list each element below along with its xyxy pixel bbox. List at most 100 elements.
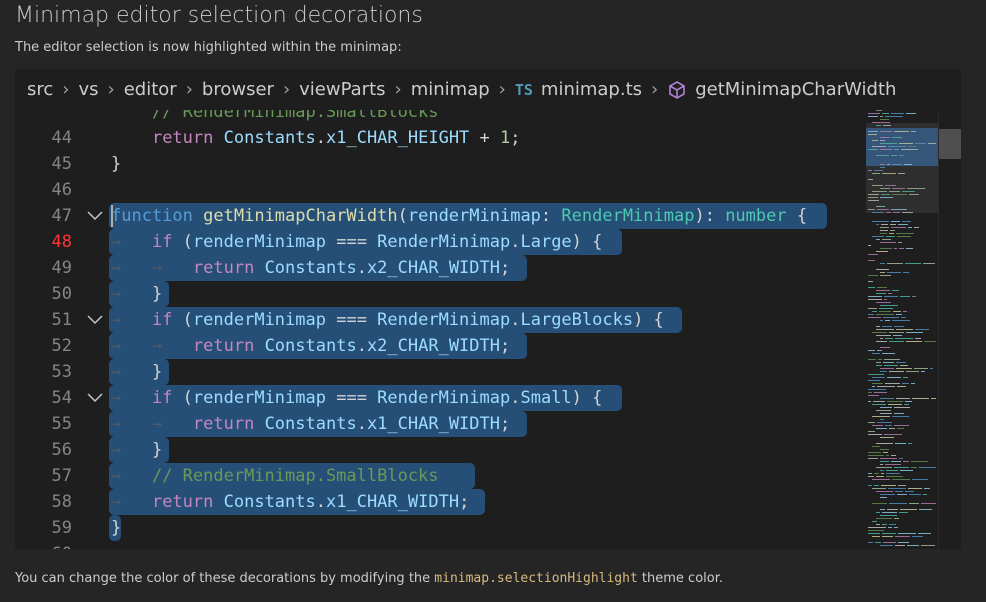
breadcrumb-item-browser[interactable]: browser <box>202 79 274 100</box>
minimap-line <box>876 512 880 513</box>
minimap-line <box>912 398 929 399</box>
breadcrumb-symbol[interactable]: getMinimapCharWidth <box>695 79 896 100</box>
minimap-line <box>876 410 891 411</box>
minimap-line <box>874 473 879 474</box>
minimap-line <box>923 263 935 264</box>
minimap-line <box>899 248 904 249</box>
breadcrumb-item-src[interactable]: src <box>27 79 53 100</box>
minimap-line <box>887 401 903 402</box>
minimap-line <box>924 341 936 342</box>
minimap-line <box>868 113 880 114</box>
chevron-right-icon: › <box>498 79 506 100</box>
minimap-line <box>915 329 929 330</box>
minimap-line <box>876 326 880 327</box>
minimap-line <box>884 359 900 360</box>
minimap-line <box>885 464 901 465</box>
minimap-line <box>890 224 896 225</box>
minimap-line <box>876 341 887 342</box>
minimap-line <box>872 353 880 354</box>
minimap-line <box>895 491 903 492</box>
minimap-line <box>872 383 883 384</box>
minimap-line <box>890 230 895 231</box>
minimap-line <box>885 116 903 117</box>
minimap-line <box>880 419 884 420</box>
minimap-line <box>884 299 887 300</box>
minimap-line <box>868 245 871 246</box>
minimap-line <box>914 227 919 228</box>
minimap-line <box>891 113 904 114</box>
minimap-viewport-slider[interactable] <box>866 123 938 213</box>
footer-note: You can change the color of these decora… <box>15 569 723 589</box>
minimap-line <box>880 275 891 276</box>
code-line: 45 return Constants.x1_CHAR_HEIGHT + 1; <box>15 125 865 174</box>
minimap-line <box>868 434 882 435</box>
minimap-line <box>880 470 884 471</box>
minimap-line <box>898 224 908 225</box>
minimap-line <box>887 509 898 510</box>
minimap-line <box>880 437 894 438</box>
minimap-line <box>906 113 916 114</box>
breadcrumb-item-viewparts[interactable]: viewParts <box>299 79 385 100</box>
code-line: 59 → return Constants.x1_CHAR_WIDTH; <box>15 489 865 538</box>
minimap-line <box>896 368 912 369</box>
minimap-line <box>889 332 904 333</box>
minimap-line <box>882 239 891 240</box>
code-text: → → return Constants.x2_CHAR_WIDTH; <box>111 258 511 278</box>
minimap-line <box>872 425 883 426</box>
code-line: 48 function getMinimapCharWidth(renderMi… <box>15 203 865 252</box>
code-line: 49 → if (renderMinimap === RenderMinimap… <box>15 229 865 278</box>
chevron-right-icon: › <box>394 79 402 100</box>
minimap-line <box>900 296 910 297</box>
scrollbar-thumb[interactable] <box>939 129 961 159</box>
minimap-line <box>915 338 921 339</box>
breadcrumb-item-vs[interactable]: vs <box>78 79 98 100</box>
minimap-line <box>872 377 885 378</box>
minimap-line <box>880 368 894 369</box>
minimap-line <box>909 503 919 504</box>
minimap-line <box>891 227 906 228</box>
minimap-line <box>874 392 887 393</box>
minimap-line <box>880 116 883 117</box>
minimap-line <box>880 398 894 399</box>
minimap-line <box>880 449 889 450</box>
minimap-line <box>882 533 896 534</box>
breadcrumb-item-editor[interactable]: editor <box>124 79 177 100</box>
minimap-line <box>872 332 887 333</box>
chevron-right-icon: › <box>185 79 193 100</box>
minimap-line <box>876 293 886 294</box>
page-title: Minimap editor selection decorations <box>15 3 423 28</box>
minimap-line <box>883 317 899 318</box>
code-line: 47 <box>15 177 865 226</box>
minimap-line <box>909 494 921 495</box>
code-area[interactable]: 44 // RenderMinimap.SmallBlocks 45 retur… <box>15 110 865 549</box>
code-text: → } <box>111 362 163 382</box>
minimap-line <box>877 287 887 288</box>
minimap-line <box>876 290 890 291</box>
minimap-line <box>897 236 911 237</box>
minimap-line <box>868 296 882 297</box>
vertical-scrollbar[interactable] <box>938 110 961 549</box>
minimap-line <box>876 524 880 525</box>
minimap-line <box>924 488 930 489</box>
code-text: function getMinimapCharWidth(renderMinim… <box>111 206 808 226</box>
minimap-line <box>919 509 932 510</box>
minimap-line <box>882 524 887 525</box>
breadcrumb-item-minimap[interactable]: minimap <box>411 79 490 100</box>
chevron-down-icon[interactable] <box>83 307 107 333</box>
chevron-down-icon[interactable] <box>83 203 107 229</box>
lightbulb-icon[interactable] <box>119 181 216 225</box>
minimap-line <box>876 302 891 303</box>
minimap-line <box>872 521 877 522</box>
chevron-down-icon[interactable] <box>83 385 107 411</box>
code-line: 51 → } <box>15 281 865 330</box>
minimap-line <box>883 452 888 453</box>
code-line: 50 → → return Constants.x2_CHAR_WIDTH; <box>15 255 865 304</box>
minimap-line <box>921 371 925 372</box>
minimap-line <box>868 455 884 456</box>
breadcrumb-file[interactable]: minimap.ts <box>541 79 642 100</box>
minimap-line <box>894 467 909 468</box>
minimap-line <box>897 386 906 387</box>
minimap-line <box>868 530 884 531</box>
code-editor[interactable]: src › vs › editor › browser › viewParts … <box>15 69 961 549</box>
minimap-line <box>879 311 891 312</box>
